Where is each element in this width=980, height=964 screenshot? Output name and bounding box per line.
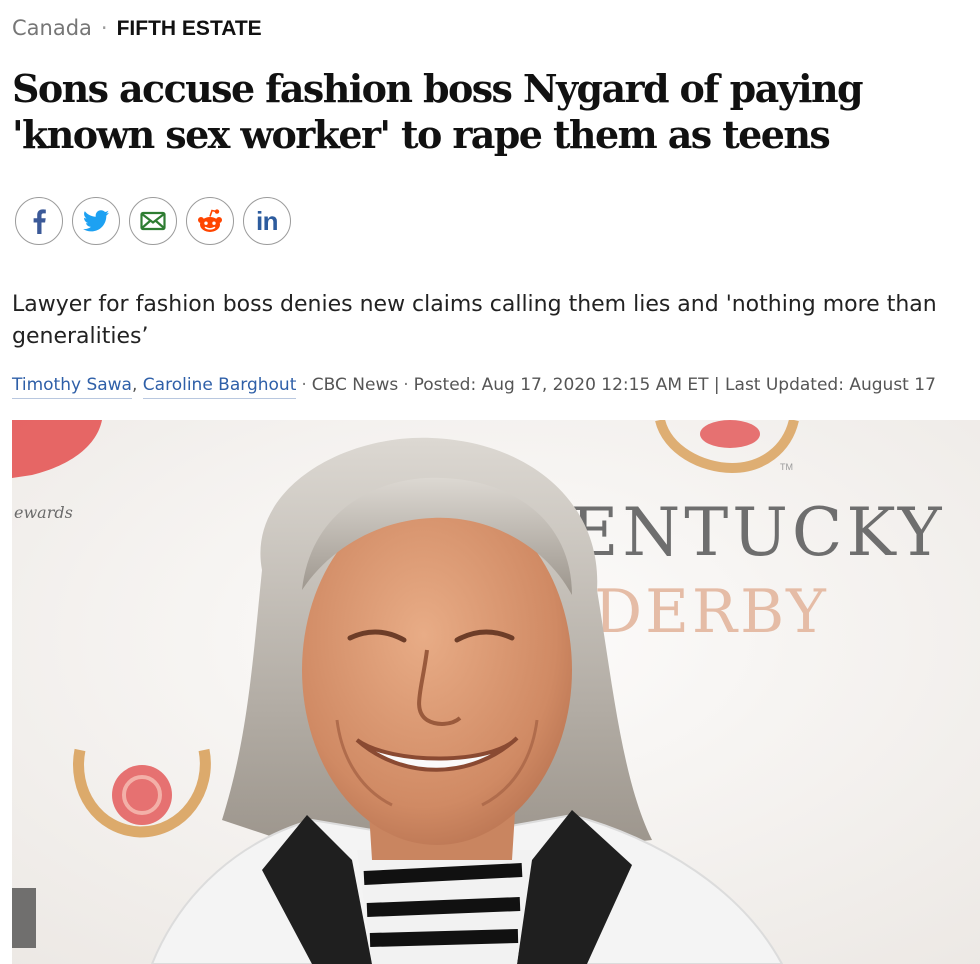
breadcrumb-separator: · xyxy=(100,16,108,40)
author-link-timothy-sawa[interactable]: Timothy Sawa xyxy=(12,375,132,399)
backdrop-rose-logo xyxy=(700,420,760,448)
breadcrumb-subsection-link[interactable]: FIFTH ESTATE xyxy=(117,17,262,40)
byline-dot: · xyxy=(301,375,307,395)
article-deck: Lawyer for fashion boss denies new claim… xyxy=(12,292,937,349)
share-linkedin-button[interactable]: in xyxy=(243,197,291,245)
article-headline: Sons accuse fashion boss Nygard of payin… xyxy=(12,66,864,157)
author-link-caroline-barghout[interactable]: Caroline Barghout xyxy=(142,375,297,399)
twitter-icon xyxy=(83,210,109,232)
byline-timestamp: Posted: Aug 17, 2020 12:15 AM ET | Last … xyxy=(413,375,936,395)
byline: Timothy Sawa, Caroline Barghout · CBC News… xyxy=(12,372,936,399)
linkedin-icon: in xyxy=(255,205,279,236)
share-email-button[interactable] xyxy=(129,197,177,245)
share-reddit-button[interactable] xyxy=(186,197,234,245)
photo-illustration: ewards TM KENTUCKY DERBY xyxy=(12,420,980,964)
email-icon xyxy=(140,211,166,231)
facebook-icon xyxy=(33,209,46,234)
share-facebook-button[interactable] xyxy=(15,197,63,245)
breadcrumb-section-link[interactable]: Canada xyxy=(12,16,92,40)
article-photo: ewards TM KENTUCKY DERBY xyxy=(12,420,980,964)
byline-source: CBC News xyxy=(311,375,399,395)
backdrop-rose-logo-2 xyxy=(112,765,172,825)
backdrop-small-text: ewards xyxy=(14,503,73,522)
backdrop-text-derby: DERBY xyxy=(594,577,829,647)
reddit-icon xyxy=(198,209,222,232)
share-twitter-button[interactable] xyxy=(72,197,120,245)
breadcrumb: Canada · FIFTH ESTATE xyxy=(12,14,262,43)
backdrop-trademark: TM xyxy=(780,462,793,472)
byline-dot-2: · xyxy=(403,375,409,395)
share-bar: in xyxy=(15,197,291,245)
article-page: Canada · FIFTH ESTATE Sons accuse fashion … xyxy=(0,0,980,964)
byline-comma: , xyxy=(131,375,138,395)
